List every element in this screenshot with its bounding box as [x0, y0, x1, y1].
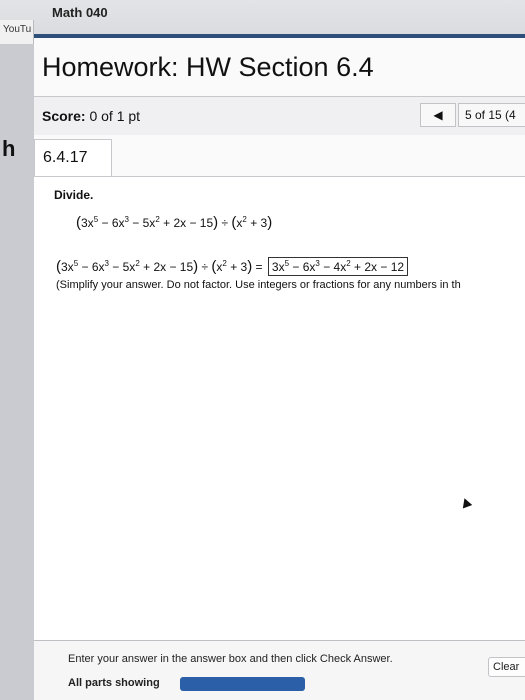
progress-fill: [180, 677, 305, 691]
score-value: 0 of 1 pt: [89, 108, 141, 124]
footer: Enter your answer in the answer box and …: [34, 641, 525, 700]
footer-instruction: Enter your answer in the answer box and …: [68, 653, 393, 665]
parts-progress-bar: [180, 677, 305, 691]
question-counter[interactable]: 5 of 15 (4: [458, 103, 525, 127]
left-sidebar: h: [0, 44, 34, 700]
question-content: Divide. (3x5 − 6x3 − 5x2 + 2x − 15) ÷ (x…: [34, 177, 525, 700]
course-title: Math 040: [52, 5, 108, 20]
question-prompt: Divide.: [54, 188, 94, 202]
homework-panel: Homework: HW Section 6.4 Score: 0 of 1 p…: [34, 34, 525, 700]
answer-input[interactable]: 3x5 − 6x3 − 4x2 + 2x − 12: [267, 257, 409, 276]
page-title: Homework: HW Section 6.4: [42, 52, 374, 82]
answer-expression: (3x5 − 6x3 − 5x2 + 2x − 15) ÷ (x2 + 3) =…: [56, 257, 409, 276]
score-bar: Score: 0 of 1 pt ◀ 5 of 15 (4: [34, 97, 525, 135]
answer-hint: (Simplify your answer. Do not factor. Us…: [56, 279, 461, 291]
triangle-left-icon: ◀: [433, 108, 443, 122]
accent-bar: [34, 34, 525, 38]
browser-tab[interactable]: YouTu: [0, 20, 34, 44]
question-id-box: 6.4.17: [34, 139, 112, 177]
score-label: Score:: [42, 108, 86, 124]
sidebar-letter: h: [2, 136, 16, 161]
score: Score: 0 of 1 pt: [42, 108, 140, 124]
all-parts-label: All parts showing: [68, 677, 160, 689]
previous-question-button[interactable]: ◀: [420, 103, 456, 127]
problem-expression: (3x5 − 6x3 − 5x2 + 2x − 15) ÷ (x2 + 3): [76, 214, 273, 231]
clear-all-button[interactable]: Clear: [488, 657, 525, 677]
question-id: 6.4.17: [43, 149, 88, 166]
